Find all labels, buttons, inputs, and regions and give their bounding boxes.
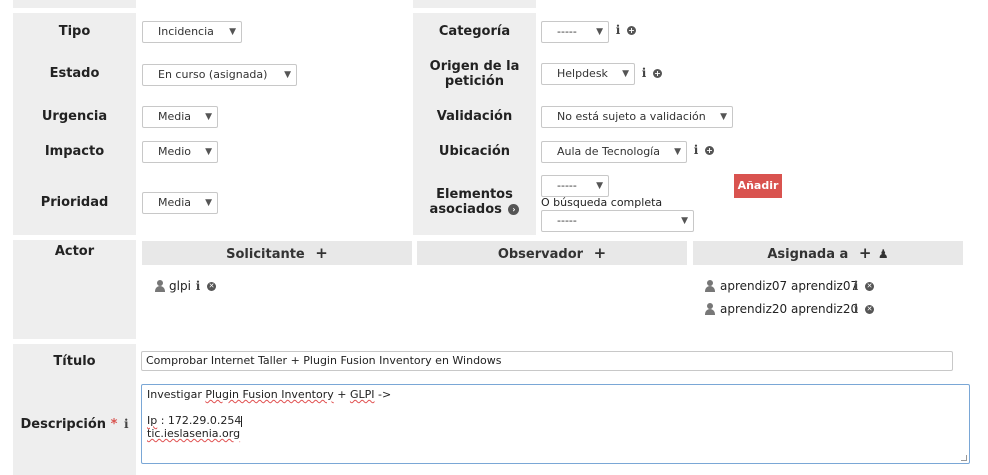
resize-handle[interactable] [961,455,967,461]
estado-select[interactable]: En curso (asignada) ▼ [142,64,297,86]
origen-label-line1: Origen de la [429,59,520,74]
impacto-label: Impacto [44,144,105,159]
info-icon[interactable]: i [851,280,861,292]
chevron-down-icon: ▼ [674,147,681,157]
add-category-icon[interactable]: + [627,26,636,35]
urgencia-value: Media [158,110,192,123]
chevron-down-icon: ▼ [205,147,212,157]
assign-myself-icon[interactable]: ♟ [878,247,889,261]
categoria-select[interactable]: ----- ▼ [541,21,609,43]
tipo-label: Tipo [58,24,91,39]
info-icon[interactable]: i [851,303,861,315]
chevron-down-icon: ▼ [205,112,212,122]
info-icon[interactable]: i [193,280,203,292]
required-mark: * [110,417,118,432]
categoria-label: Categoría [438,24,511,39]
description-line-1: Investigar Plugin Fusion Inventory + GLP… [147,388,392,401]
user-icon [705,303,715,315]
text-cursor [241,415,243,427]
descripcion-label-text: Descripción [20,417,107,432]
solicitante-header: Solicitante + [142,241,412,265]
description-textarea[interactable]: Investigar Plugin Fusion Inventory + GLP… [141,384,970,464]
requester-name: glpi [169,279,191,293]
estado-label: Estado [49,66,100,81]
impacto-value: Medio [158,145,192,158]
actor-label: Actor [54,244,95,259]
origen-select[interactable]: Helpdesk ▼ [541,63,635,85]
elementos-label-text: asociados [429,202,502,217]
add-item-button[interactable]: Añadir [734,174,782,198]
tipo-select[interactable]: Incidencia ▼ [142,21,242,43]
asignada-header: Asignada a + ♟ [693,241,963,265]
title-input[interactable]: Comprobar Internet Taller + Plugin Fusio… [141,351,953,371]
ubicacion-label: Ubicación [438,144,511,159]
chevron-down-icon: ▼ [622,69,629,79]
add-observer-icon[interactable]: + [594,244,607,262]
categoria-value: ----- [557,25,577,38]
assignee-name: aprendiz07 aprendiz07 [720,279,859,293]
ubicacion-select[interactable]: Aula de Tecnología ▼ [541,141,687,163]
tipo-value: Incidencia [158,25,214,38]
assignee-name: aprendiz20 aprendiz20 [720,302,859,316]
full-search-select[interactable]: ----- ▼ [541,210,694,232]
asignada-title: Asignada a [767,247,849,262]
estado-value: En curso (asignada) [158,68,268,81]
observador-header: Observador + [417,241,687,265]
origen-value: Helpdesk [557,67,608,80]
observador-title: Observador [497,247,584,262]
remove-assignee-icon[interactable]: ✕ [865,305,874,314]
urgencia-label: Urgencia [41,109,108,124]
prioridad-value: Media [158,196,192,209]
add-location-icon[interactable]: + [705,146,714,155]
chevron-down-icon: ▼ [720,112,727,122]
full-search-value: ----- [557,214,577,227]
validacion-label: Validación [436,109,513,124]
add-assignee-icon[interactable]: + [859,244,872,262]
chevron-down-icon: ▼ [596,27,603,37]
validacion-select[interactable]: No está sujeto a validación ▼ [541,106,733,128]
elementos-value: ----- [557,179,577,192]
titulo-label: Título [53,354,96,369]
prioridad-label: Prioridad [40,195,109,210]
info-icon[interactable]: i [124,417,129,431]
origen-label-line2: petición [444,74,505,89]
add-requester-icon[interactable]: + [315,244,328,262]
elementos-select[interactable]: ----- ▼ [541,175,609,197]
info-icon[interactable]: i [613,24,623,36]
chevron-down-icon: ▼ [681,216,688,226]
user-icon [705,280,715,292]
remove-assignee-icon[interactable]: ✕ [865,282,874,291]
top-strip-right [413,0,536,8]
elementos-label-line2: asociados › [413,202,536,217]
chevron-down-icon: ▼ [596,181,603,191]
info-icon[interactable]: i [639,67,649,79]
full-search-text[interactable]: O búsqueda completa [541,196,662,209]
ubicacion-value: Aula de Tecnología [557,145,660,158]
validacion-value: No está sujeto a validación [557,110,706,123]
user-icon [155,280,165,292]
description-line-4: tic.ieslasenia.org [147,427,241,440]
chevron-right-circle-icon[interactable]: › [508,204,520,215]
descripcion-label: Descripción * i [13,417,136,432]
solicitante-title: Solicitante [226,247,305,262]
remove-requester-icon[interactable]: ✕ [207,282,216,291]
info-icon[interactable]: i [691,144,701,156]
chevron-down-icon: ▼ [229,27,236,37]
description-line-3: Ip : 172.29.0.254 [147,414,243,427]
description-line-2 [147,401,964,414]
elementos-label-line1: Elementos [436,187,513,202]
urgencia-select[interactable]: Media ▼ [142,106,218,128]
add-origin-icon[interactable]: + [653,69,662,78]
chevron-down-icon: ▼ [284,70,291,80]
top-strip-left [13,0,136,8]
chevron-down-icon: ▼ [205,198,212,208]
prioridad-select[interactable]: Media ▼ [142,192,218,214]
impacto-select[interactable]: Medio ▼ [142,141,218,163]
